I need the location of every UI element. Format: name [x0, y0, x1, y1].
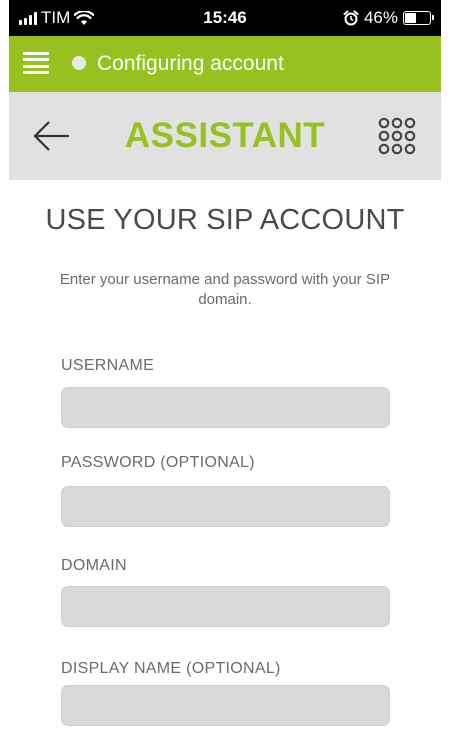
signal-strength-icon [19, 11, 37, 25]
back-arrow-icon [33, 121, 69, 151]
assistant-header: ASSISTANT [9, 92, 441, 180]
domain-field[interactable] [61, 586, 390, 627]
page-title: USE YOUR SIP ACCOUNT [45, 204, 405, 236]
form-description: Enter your username and password with yo… [59, 271, 391, 308]
status-bar-left: TIM [19, 0, 95, 36]
username-field[interactable] [61, 387, 390, 428]
back-button[interactable] [33, 118, 73, 154]
password-label: PASSWORD (OPTIONAL) [61, 454, 255, 471]
account-status-text: Configuring account [97, 52, 284, 75]
alarm-icon [343, 10, 359, 26]
status-bar: TIM 15:46 46% [9, 0, 441, 36]
display-name-label: DISPLAY NAME (OPTIONAL) [61, 660, 281, 677]
dialpad-button[interactable] [377, 116, 417, 156]
carrier-name: TIM [41, 8, 71, 27]
username-label: USERNAME [61, 357, 155, 374]
domain-label: DOMAIN [61, 557, 127, 574]
dialpad-icon [378, 117, 416, 155]
screen: TIM 15:46 46% Configuring account ASSIST… [9, 0, 441, 749]
display-name-field[interactable] [61, 685, 390, 726]
battery-percent: 46% [363, 8, 398, 27]
battery-fill [405, 13, 417, 23]
status-bar-right: 46% [343, 0, 434, 36]
app-bar: Configuring account [9, 36, 441, 92]
registration-status-dot [72, 56, 86, 70]
battery-icon [403, 11, 434, 25]
password-field[interactable] [61, 486, 390, 527]
hamburger-menu-icon[interactable] [23, 52, 49, 74]
wifi-icon [74, 10, 95, 25]
